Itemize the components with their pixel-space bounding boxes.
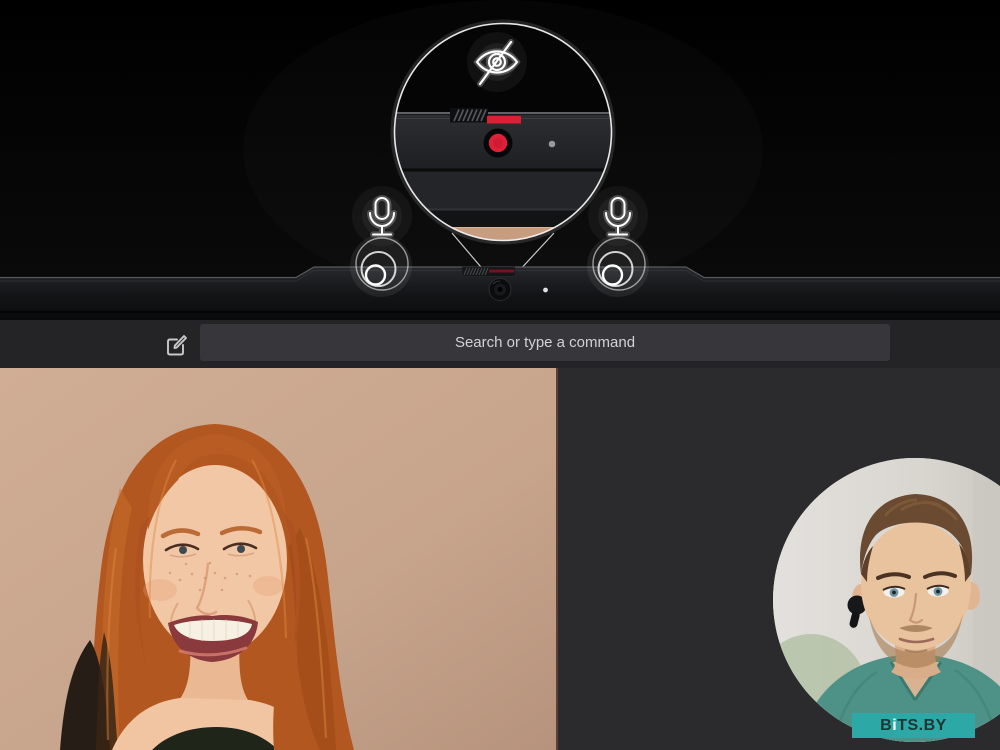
compose-button[interactable]: [163, 331, 191, 359]
sound-ripple-left-icon: [350, 235, 412, 297]
magnified-camera-led: [548, 140, 556, 148]
hero-banner: [0, 0, 1000, 318]
woman-video-feed: [0, 368, 556, 750]
call-area: Bi TS.BY: [0, 368, 1000, 750]
side-panel: Bi TS.BY: [556, 368, 1000, 750]
sound-ripple-right-icon: [587, 235, 649, 297]
privacy-shutter-slider: [461, 266, 516, 277]
promo-screenshot: BiTS.BY: [0, 0, 1000, 750]
self-view-avatar[interactable]: [773, 458, 1000, 742]
man-avatar-photo: [773, 458, 1000, 742]
watermark-text: B: [880, 716, 893, 734]
camera-status-led: [543, 287, 548, 293]
teams-command-bar: [0, 318, 1000, 368]
watermark-badge: Bi TS.BY: [852, 713, 975, 738]
compose-icon: [167, 335, 187, 356]
hero-graphic: [0, 19, 1000, 318]
eye-off-icon: [467, 32, 527, 92]
laptop-bezel: [0, 266, 1000, 318]
remote-video-tile[interactable]: [0, 368, 556, 750]
magnified-webcam-covered: [483, 128, 513, 158]
webcam-lens: [488, 278, 512, 301]
search-input[interactable]: [200, 324, 890, 361]
